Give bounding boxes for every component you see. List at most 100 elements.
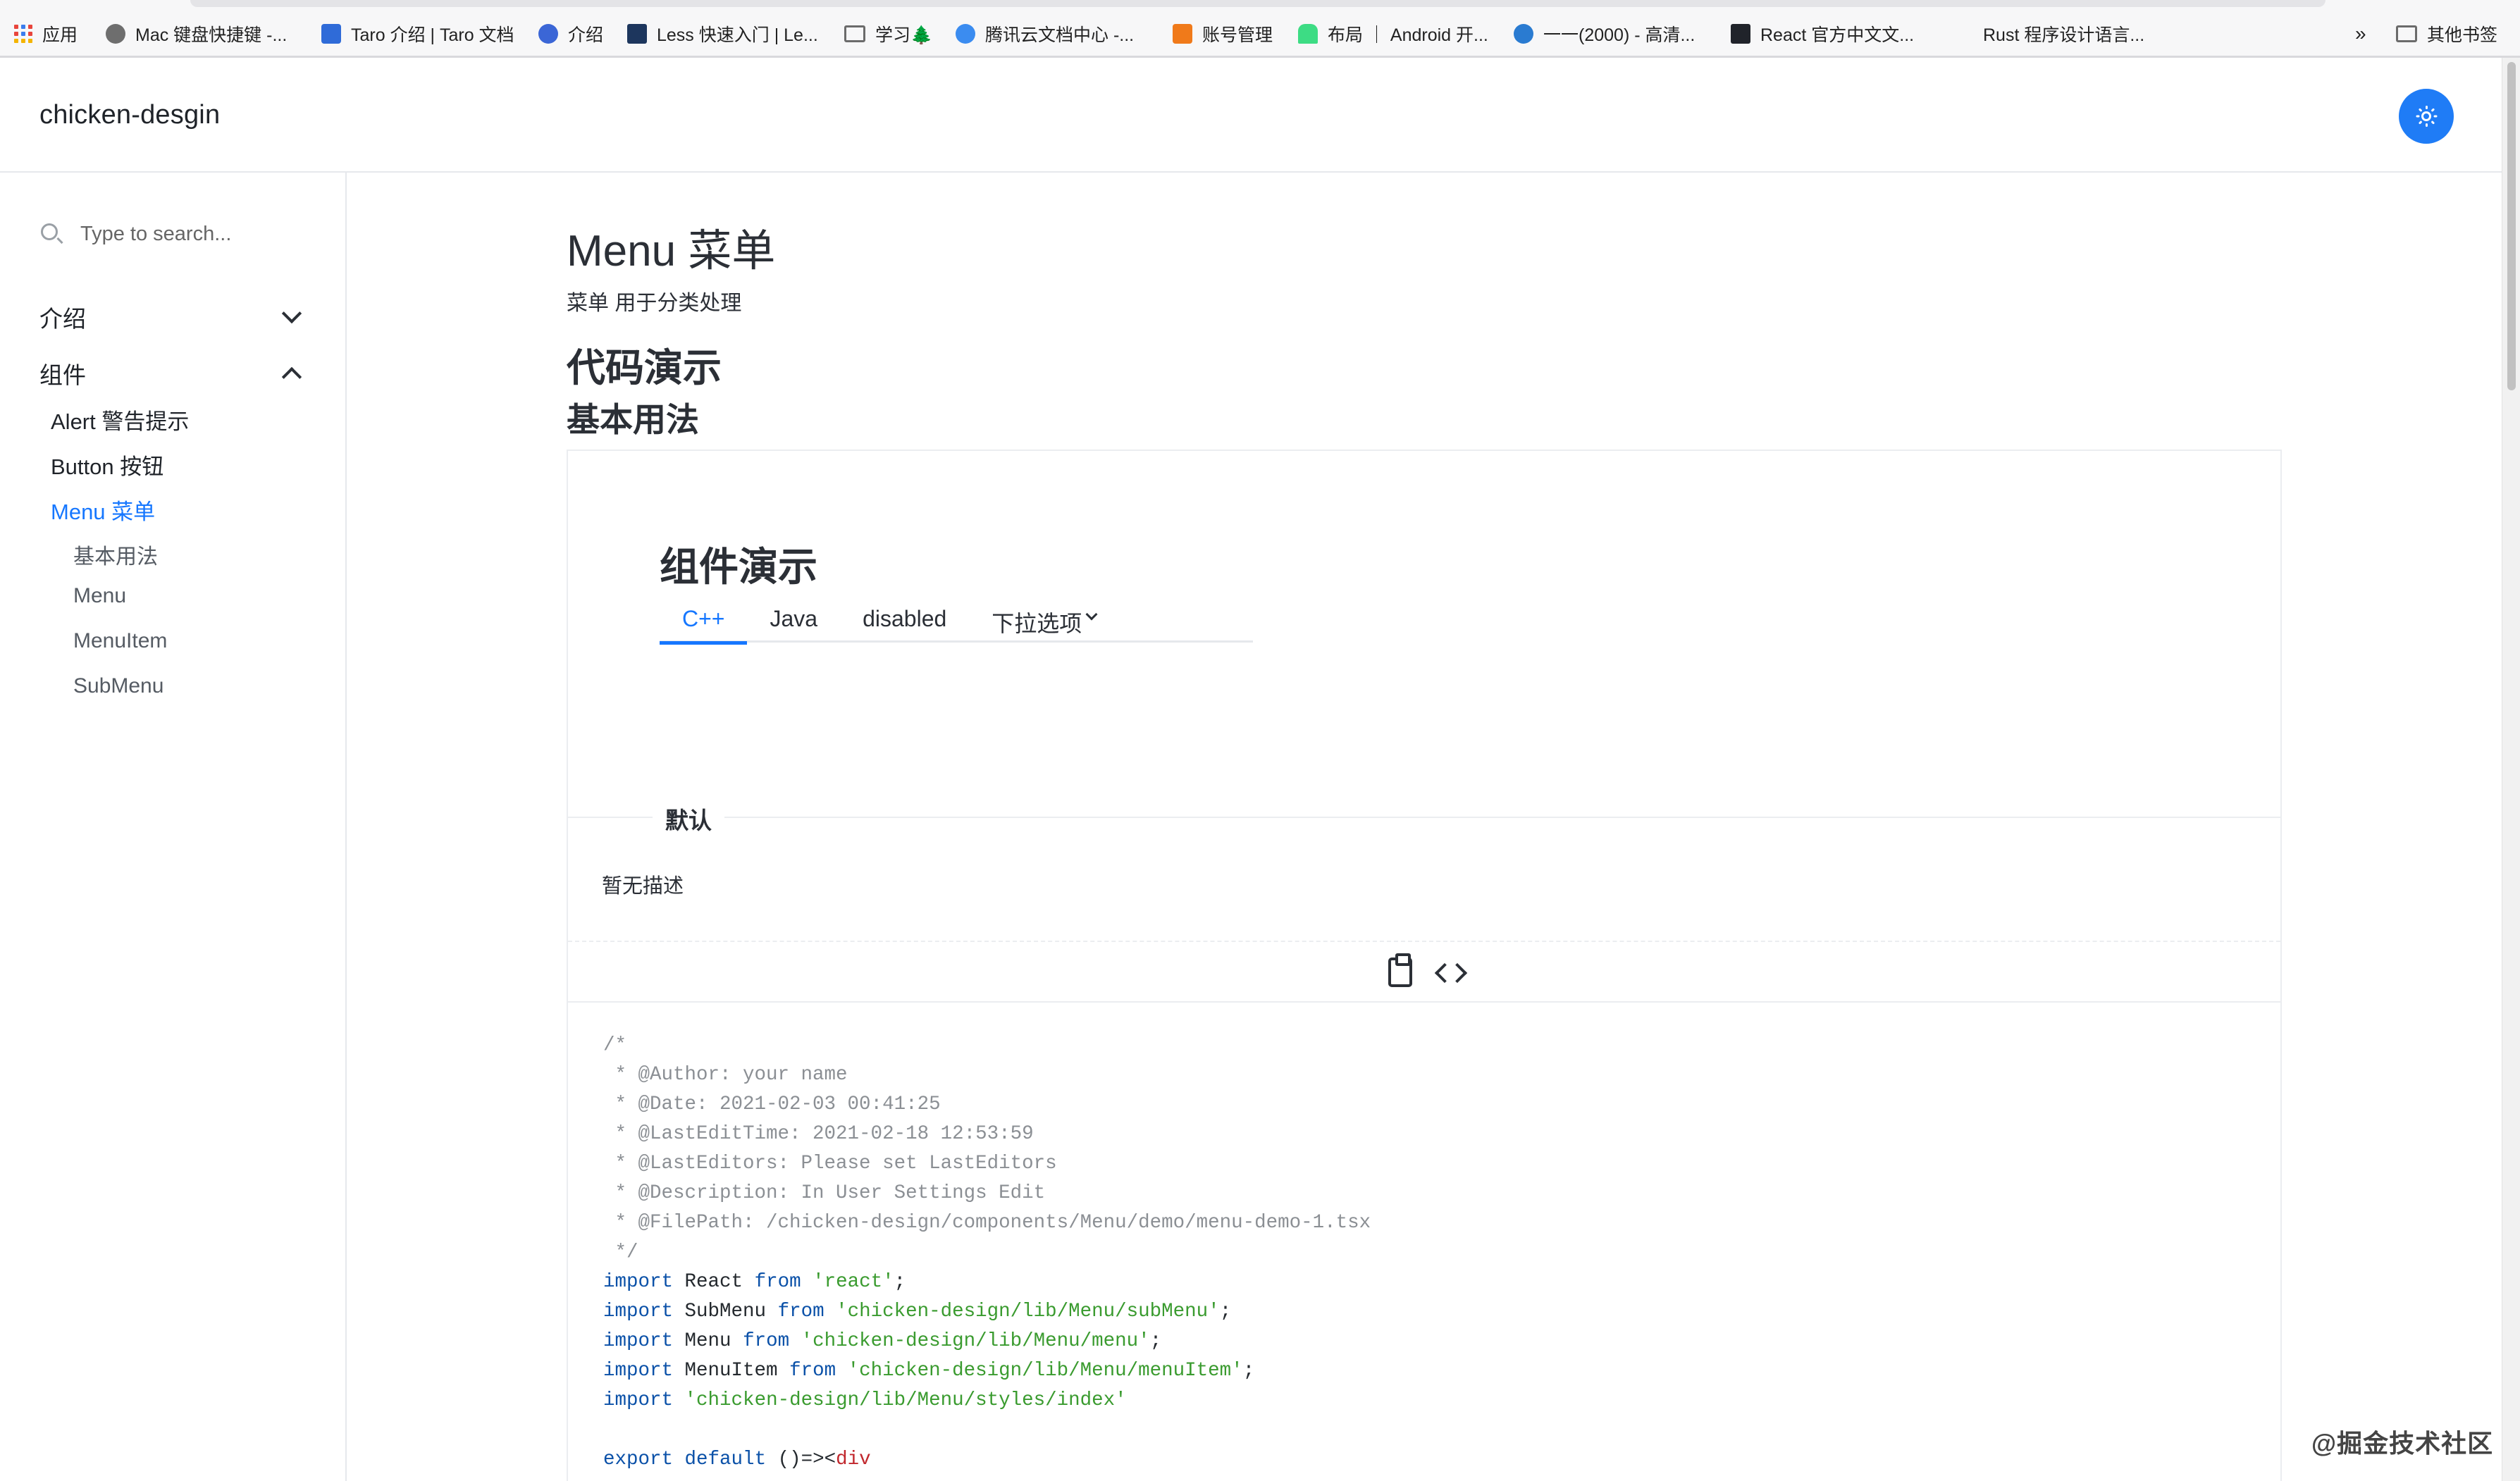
search-icon [39, 222, 63, 246]
sidebar-subitem-basic-usage[interactable]: 基本用法 [73, 539, 158, 570]
sidebar-subitem-submenu[interactable]: SubMenu [73, 674, 163, 698]
bookmark-android[interactable]: 布局 ｜ Android 开... [1298, 20, 1488, 48]
demo-meta-title: 默认 [653, 802, 724, 836]
bookmark-intro[interactable]: 介绍 [538, 20, 603, 48]
bookmark-label: 其他书签 [2427, 25, 2498, 45]
bookmark-apps[interactable]: 应用 [14, 20, 78, 48]
sidebar-group-components[interactable]: 组件 [39, 356, 307, 391]
page-description: 菜单 用于分类处理 [567, 292, 742, 315]
dropdown-label: 下拉选项 [992, 611, 1082, 636]
apple-icon [106, 24, 125, 44]
code-line: * @Description: In User Settings Edit [603, 1182, 1046, 1204]
theme-toggle-button[interactable] [2399, 89, 2454, 144]
p-icon [1514, 24, 1533, 44]
menu-item-dropdown[interactable]: 下拉选项 [969, 600, 1118, 643]
bookmark-label: 一一(2000) - 高清... [1543, 25, 1696, 45]
bookmark-label: 布局 ｜ Android 开... [1328, 25, 1488, 45]
sidebar-search [39, 222, 334, 246]
bookmark-account[interactable]: 账号管理 [1173, 20, 1273, 48]
bookmark-label: Mac 键盘快捷键 -... [135, 25, 288, 45]
folder-icon [2396, 25, 2417, 42]
address-bar-edge [190, 0, 2326, 7]
watermark: @掘金技术社区 [2311, 1429, 2494, 1458]
bookmark-label: 账号管理 [1202, 25, 1273, 45]
section-heading-code-demo: 代码演示 [567, 346, 722, 390]
bookmark-video[interactable]: 一一(2000) - 高清... [1514, 20, 1695, 48]
code-block: /* * @Author: your name * @Date: 2021-02… [603, 1031, 1371, 1475]
bookmark-label: Taro 介绍 | Taro 文档 [351, 25, 514, 45]
bookmark-label: 介绍 [568, 25, 604, 45]
sidebar-subitem-menu[interactable]: Menu [73, 584, 126, 608]
code-line: import Menu from 'chicken-design/lib/Men… [603, 1330, 1162, 1352]
bookmarks-bar: 应用 Mac 键盘快捷键 -... Taro 介绍 | Taro 文档 介绍 L… [0, 0, 2520, 58]
code-line: * @Author: your name [603, 1064, 848, 1086]
demo-actions [568, 942, 2280, 1003]
android-icon [1298, 24, 1318, 44]
search-input[interactable] [80, 222, 334, 246]
main-content: Menu 菜单 菜单 用于分类处理 代码演示 基本用法 组件演示 C++ Jav… [348, 173, 2502, 1481]
code-line: * @Date: 2021-02-03 00:41:25 [603, 1093, 941, 1115]
cloud-icon [956, 24, 975, 44]
bookmark-rust[interactable]: Rust 程序设计语言... [1983, 20, 2144, 48]
section-heading-basic-usage: 基本用法 [567, 401, 699, 438]
scrollbar-thumb[interactable] [2507, 62, 2516, 390]
sidebar-group-label: 介绍 [39, 306, 86, 332]
page-title: Menu 菜单 [567, 227, 776, 275]
code-line: export default ()=><div [603, 1449, 871, 1470]
bookmark-mac-shortcuts[interactable]: Mac 键盘快捷键 -... [106, 20, 287, 48]
bookmark-label: Rust 程序设计语言... [1983, 25, 2145, 45]
bookmark-label: React 官方中文文... [1760, 25, 1915, 45]
sidebar-item-menu[interactable]: Menu 菜单 [51, 494, 155, 526]
menu-item-java[interactable]: Java [747, 600, 840, 643]
bookmark-label: 腾讯云文档中心 -... [985, 25, 1135, 45]
bookmarks-overflow-button[interactable]: » [2355, 20, 2366, 48]
taro-icon [321, 24, 341, 44]
menu-item-disabled: disabled [863, 606, 947, 631]
sidebar-group-intro[interactable]: 介绍 [39, 299, 307, 335]
code-line: */ [603, 1241, 638, 1263]
code-line: * @LastEditTime: 2021-02-18 12:53:59 [603, 1123, 1034, 1145]
sidebar: 介绍 组件 Alert 警告提示 Button 按钮 Menu 菜单 基本用法 … [0, 173, 347, 1481]
overflow-chevron-icon: » [2355, 23, 2366, 44]
bookmark-folder-learn[interactable]: 学习🌲 [844, 20, 932, 48]
code-line: import React from 'react'; [603, 1271, 906, 1293]
code-line: /* [603, 1034, 627, 1056]
site-header: chicken-desgin [0, 59, 2502, 173]
chevron-up-icon [281, 366, 302, 388]
react-icon [1731, 24, 1750, 44]
code-line: import MenuItem from 'chicken-design/lib… [603, 1360, 1255, 1382]
chevron-down-icon [281, 303, 302, 324]
sidebar-subitem-menuitem[interactable]: MenuItem [73, 629, 167, 653]
bookmark-react[interactable]: React 官方中文文... [1731, 20, 1914, 48]
menu-item-cpp[interactable]: C++ [660, 600, 748, 645]
bookmark-tencent-cloud[interactable]: 腾讯云文档中心 -... [956, 20, 1134, 48]
bookmark-label: 学习🌲 [875, 25, 933, 45]
bookmark-other[interactable]: 其他书签 [2396, 20, 2497, 48]
code-line: * @LastEditors: Please set LastEditors [603, 1153, 1057, 1175]
bookmark-label: 应用 [42, 25, 78, 45]
code-icon[interactable] [1433, 959, 1469, 987]
demo-card: 组件演示 C++ Java disabled 下拉选项 默认 暂无描述 /* *… [567, 450, 2282, 1481]
sidebar-item-alert[interactable]: Alert 警告提示 [51, 404, 189, 435]
demo-meta-description: 暂无描述 [602, 875, 684, 898]
page-scrollbar[interactable] [2502, 58, 2520, 1481]
demo-heading: 组件演示 [660, 545, 817, 589]
code-line: import 'chicken-design/lib/Menu/styles/i… [603, 1389, 1127, 1411]
globe-icon [538, 24, 558, 44]
bookmark-less[interactable]: Less 快速入门 | Le... [627, 20, 818, 48]
folder-icon [844, 25, 865, 42]
site-logo[interactable]: chicken-desgin [39, 100, 220, 130]
sun-icon [2416, 106, 2437, 127]
clipboard-icon[interactable] [1388, 953, 1412, 987]
bookmark-taro[interactable]: Taro 介绍 | Taro 文档 [321, 20, 514, 48]
account-icon [1173, 24, 1192, 44]
meta-divider [568, 817, 2280, 818]
less-icon [627, 24, 647, 44]
apps-grid-icon [14, 25, 32, 43]
code-line: * @FilePath: /chicken-design/components/… [603, 1212, 1371, 1234]
bookmark-label: Less 快速入门 | Le... [657, 25, 818, 45]
demo-menu: C++ Java disabled 下拉选项 [660, 600, 1253, 645]
sidebar-item-button[interactable]: Button 按钮 [51, 449, 163, 481]
sidebar-group-label: 组件 [39, 362, 86, 388]
